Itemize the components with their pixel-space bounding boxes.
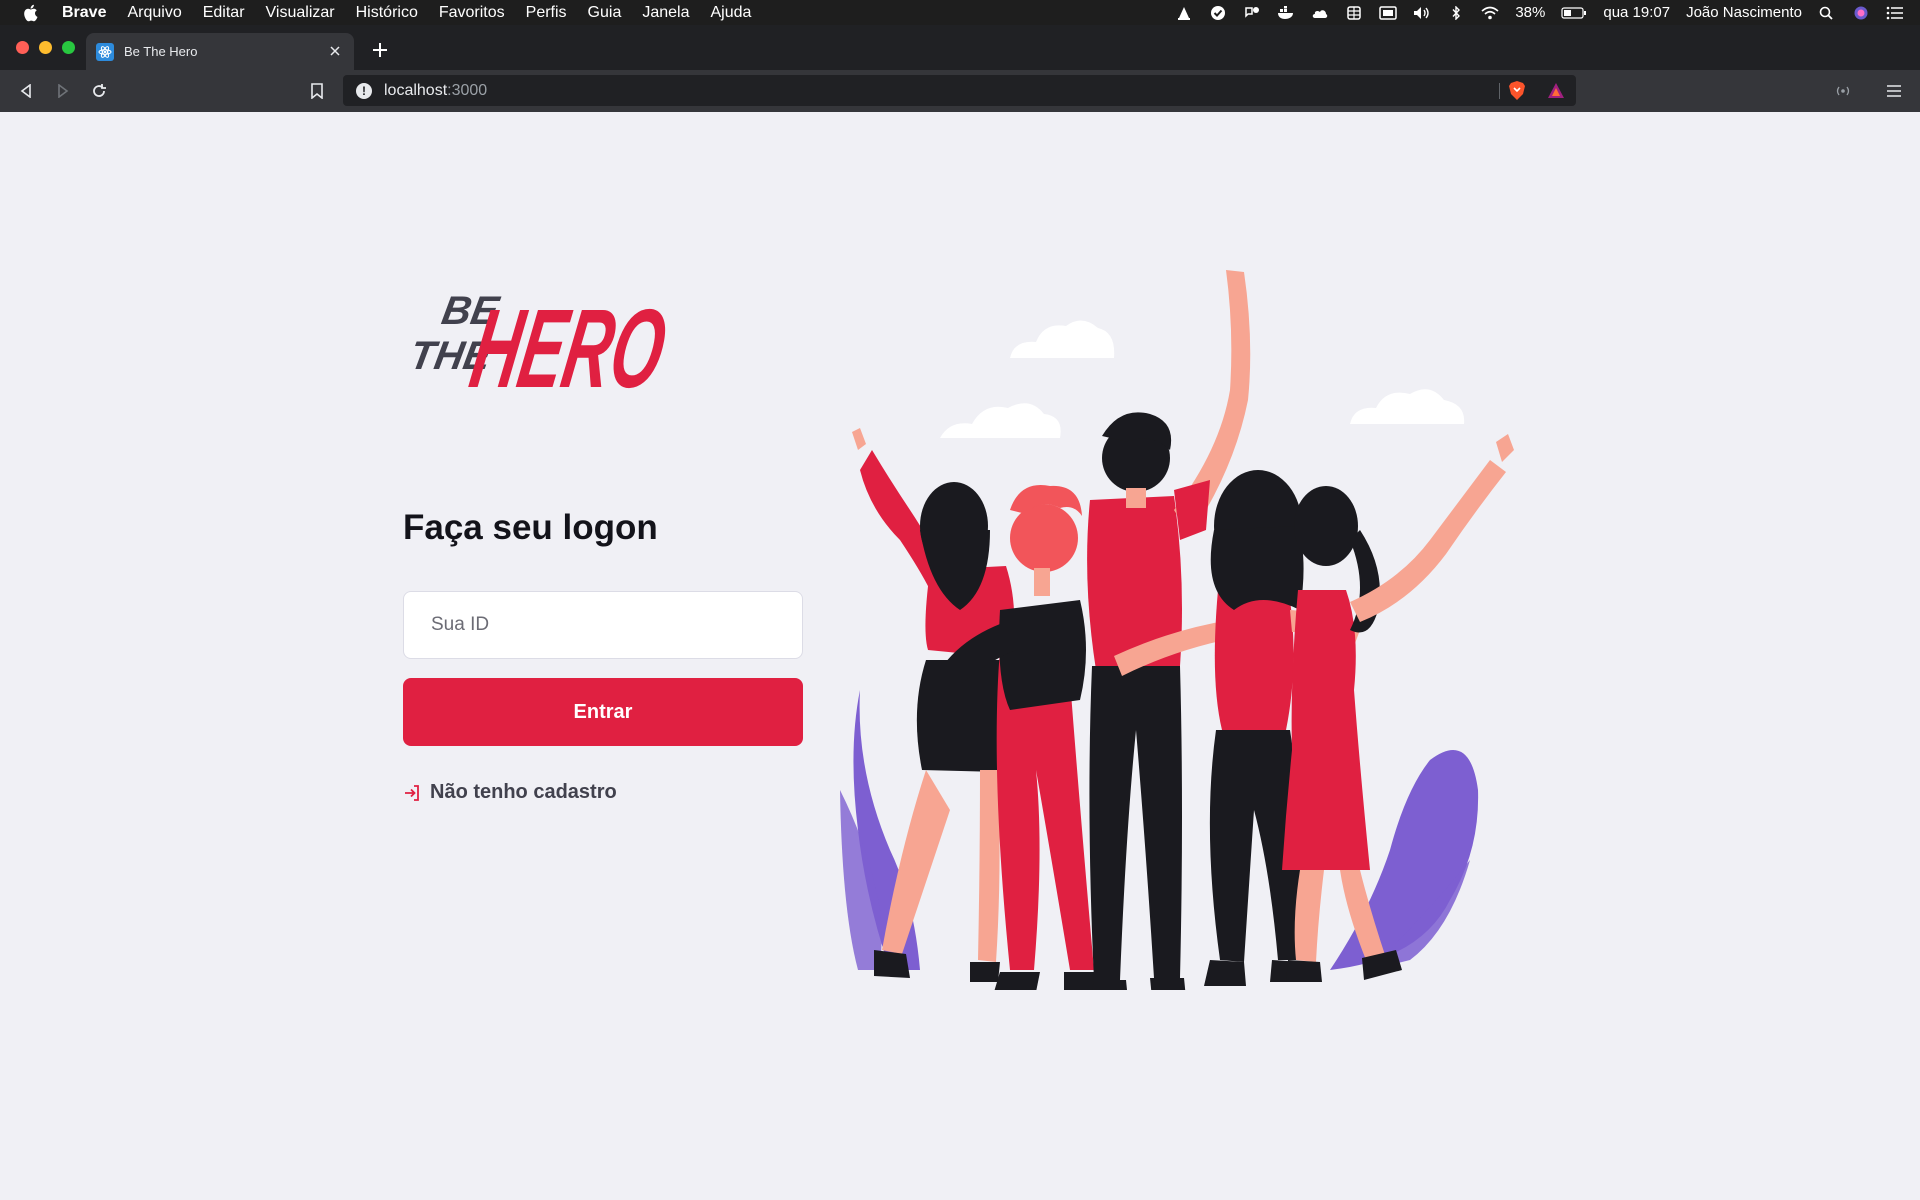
macos-menu-bar: Brave Arquivo Editar Visualizar Históric… bbox=[0, 0, 1920, 25]
address-bar-divider bbox=[1499, 83, 1500, 99]
page-title: Faça seu logon bbox=[403, 508, 658, 547]
bookmark-icon[interactable] bbox=[307, 81, 327, 101]
menu-app-brave[interactable]: Brave bbox=[62, 4, 106, 22]
register-link-label: Não tenho cadastro bbox=[430, 781, 617, 803]
url-port: :3000 bbox=[447, 81, 488, 99]
back-icon[interactable] bbox=[16, 81, 36, 101]
brave-shield-icon[interactable] bbox=[1507, 81, 1527, 101]
battery-percent: 38% bbox=[1515, 4, 1546, 21]
forward-icon[interactable] bbox=[53, 81, 73, 101]
menu-bar-user[interactable]: João Nascimento bbox=[1686, 4, 1802, 21]
menu-favoritos[interactable]: Favoritos bbox=[439, 4, 505, 22]
menu-bar-status-area: 38% qua 19:07 João Nascimento bbox=[1175, 0, 1920, 25]
address-bar[interactable]: ! localhost:3000 bbox=[343, 75, 1576, 106]
reload-icon[interactable] bbox=[89, 81, 109, 101]
browser-tab[interactable]: Be The Hero bbox=[86, 33, 354, 70]
extension-icon[interactable] bbox=[1833, 81, 1853, 101]
window-zoom-button[interactable] bbox=[62, 41, 75, 54]
menu-ajuda[interactable]: Ajuda bbox=[711, 4, 752, 22]
new-tab-icon[interactable] bbox=[370, 40, 390, 60]
control-center-icon[interactable] bbox=[1886, 6, 1904, 20]
login-button[interactable]: Entrar bbox=[403, 678, 803, 746]
browser-toolbar: ! localhost:3000 bbox=[0, 70, 1920, 112]
window-close-button[interactable] bbox=[16, 41, 29, 54]
bluetooth-icon[interactable] bbox=[1447, 5, 1465, 20]
menu-perfis[interactable]: Perfis bbox=[526, 4, 567, 22]
menu-icon[interactable] bbox=[1884, 81, 1904, 101]
grid-icon[interactable] bbox=[1345, 5, 1363, 20]
cloud-icon[interactable] bbox=[1311, 6, 1329, 20]
siri-icon[interactable] bbox=[1852, 6, 1870, 20]
notification-icon[interactable] bbox=[1243, 6, 1261, 20]
brave-rewards-icon[interactable] bbox=[1546, 81, 1566, 101]
tab-close-icon[interactable] bbox=[326, 42, 344, 60]
volume-icon[interactable] bbox=[1413, 6, 1431, 20]
vlc-icon[interactable] bbox=[1175, 6, 1193, 20]
react-favicon-icon bbox=[96, 42, 114, 61]
menu-editar[interactable]: Editar bbox=[203, 4, 245, 22]
menu-bar-clock[interactable]: qua 19:07 bbox=[1603, 4, 1670, 21]
menu-visualizar[interactable]: Visualizar bbox=[266, 4, 335, 22]
log-in-icon bbox=[403, 784, 421, 802]
menu-historico[interactable]: Histórico bbox=[356, 4, 418, 22]
battery-icon[interactable] bbox=[1561, 6, 1587, 20]
url-host: localhost bbox=[384, 81, 448, 99]
window-minimize-button[interactable] bbox=[39, 41, 52, 54]
be-the-hero-logo: BE THE HERO bbox=[407, 286, 675, 398]
info-icon[interactable]: ! bbox=[356, 82, 372, 99]
search-icon[interactable] bbox=[1818, 6, 1836, 20]
heroes-illustration bbox=[840, 270, 1514, 990]
cloud-illustration bbox=[940, 320, 1465, 438]
display-icon[interactable] bbox=[1379, 5, 1398, 20]
docker-icon[interactable] bbox=[1277, 5, 1295, 20]
menu-janela[interactable]: Janela bbox=[642, 4, 689, 22]
menu-guia[interactable]: Guia bbox=[588, 4, 622, 22]
check-icon[interactable] bbox=[1209, 5, 1227, 20]
menu-arquivo[interactable]: Arquivo bbox=[127, 4, 181, 22]
register-link[interactable]: Não tenho cadastro bbox=[403, 781, 617, 804]
browser-tab-strip: Be The Hero bbox=[0, 25, 1920, 70]
wifi-icon[interactable] bbox=[1481, 6, 1499, 20]
tab-title: Be The Hero bbox=[124, 44, 198, 59]
logo-hero: HERO bbox=[463, 286, 675, 398]
id-input[interactable] bbox=[403, 591, 803, 659]
apple-icon[interactable] bbox=[22, 4, 42, 22]
